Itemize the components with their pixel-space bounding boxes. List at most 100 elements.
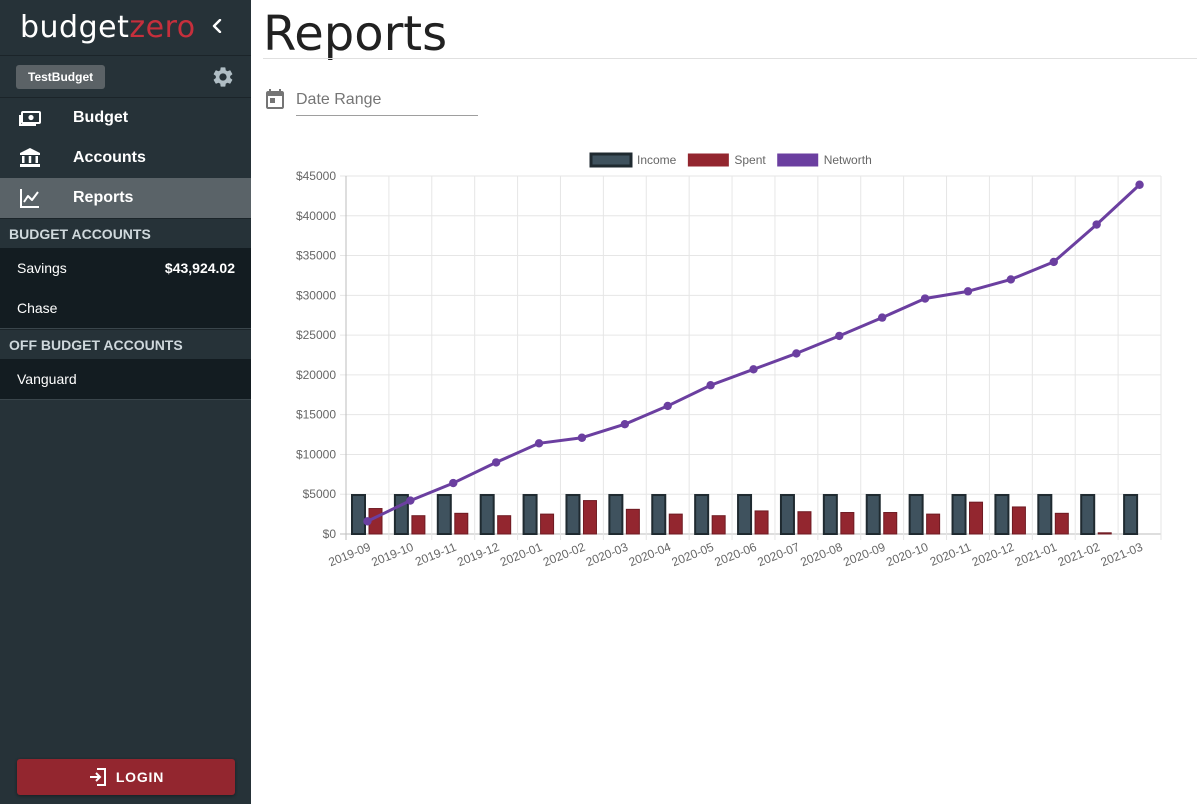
income-bar [608, 494, 624, 536]
legend-label: Spent [734, 153, 766, 167]
networth-point [620, 420, 630, 429]
networth-line [366, 183, 1141, 523]
spent-bar [926, 513, 941, 535]
nav-item-label: Accounts [73, 149, 146, 166]
networth-point [363, 517, 372, 526]
main-content: Reports $0 $5000 $10000 $15000 $20000 $25000 $… [251, 0, 1201, 804]
brand-text-zero: zero [129, 9, 196, 45]
date-range-input[interactable] [296, 84, 478, 116]
gear-icon [213, 67, 233, 87]
x-tick-label: 2020-04 [627, 540, 673, 570]
money-icon [18, 106, 42, 130]
account-item[interactable]: Savings $43,924.02 [0, 248, 251, 288]
legend-swatch [589, 152, 633, 168]
chart-svg: $0 $5000 $10000 $15000 $20000 $25000 $30000 $35… [296, 152, 1162, 570]
budget-selector-chip[interactable]: TestBudget [16, 64, 106, 89]
legend-swatch [777, 153, 819, 167]
spent-bar [582, 500, 597, 535]
x-tick-label: 2021-02 [1056, 540, 1102, 570]
x-tick-label: 2021-01 [1013, 540, 1059, 570]
y-tick-label: $10000 [296, 447, 336, 461]
income-bar [393, 494, 409, 536]
legend-label: Networth [824, 153, 872, 167]
brand-text-budget: budget [20, 9, 130, 45]
bank-icon [18, 146, 42, 170]
y-tick-label: $15000 [296, 408, 336, 422]
x-tick-label: 2020-09 [841, 540, 887, 570]
login-button[interactable]: LOGIN [17, 759, 235, 795]
spent-bar [454, 512, 469, 535]
income-bar [694, 494, 710, 536]
section-header-off-budget-accounts: OFF BUDGET ACCOUNTS [0, 329, 251, 359]
nav-item-label: Reports [73, 189, 134, 206]
chart-legend: Income Spent Networth [589, 152, 872, 168]
networth-point [406, 496, 415, 505]
networth-point [792, 349, 801, 358]
spent-bar [1054, 512, 1069, 535]
y-tick-label: $20000 [296, 368, 336, 382]
income-bar [822, 494, 838, 536]
settings-button[interactable] [211, 65, 235, 89]
title-divider [263, 58, 1197, 59]
networth-point [920, 294, 930, 303]
y-tick-label: $5000 [303, 487, 337, 501]
page-title: Reports [263, 6, 448, 62]
account-name: Chase [17, 300, 58, 316]
income-bar [522, 494, 538, 536]
spent-bar [1011, 506, 1026, 535]
y-tick-label: $40000 [296, 209, 336, 223]
networth-point [835, 331, 844, 341]
account-balance: $43,924.02 [164, 260, 235, 276]
x-tick-label: 2019-10 [369, 540, 415, 570]
nav-item-reports[interactable]: Reports [0, 178, 251, 218]
x-tick-label: 2020-02 [541, 540, 587, 570]
chart-line-icon [18, 186, 42, 210]
x-tick-label: 2020-12 [970, 540, 1016, 570]
income-bar [1123, 494, 1139, 536]
account-item[interactable]: Vanguard [0, 359, 251, 399]
networth-point [749, 365, 758, 374]
nav-item-label: Budget [73, 109, 129, 126]
networth-point [877, 313, 887, 322]
legend-label: Income [637, 153, 677, 167]
x-tick-label: 2019-09 [326, 540, 372, 570]
networth-point [1092, 220, 1101, 229]
y-tick-label: $25000 [296, 328, 336, 342]
x-tick-label: 2020-03 [584, 540, 630, 570]
networth-point [1135, 180, 1144, 189]
networth-point [534, 439, 544, 448]
income-bar [737, 494, 753, 536]
section-header-budget-accounts: BUDGET ACCOUNTS [0, 218, 251, 248]
x-tick-label: 2020-11 [928, 540, 974, 569]
x-tick-label: 2020-01 [498, 540, 544, 570]
spent-bar [883, 512, 898, 535]
budget-accounts-list: Savings $43,924.02 Chase [0, 248, 251, 329]
spent-bar [969, 501, 984, 535]
x-tick-label: 2019-11 [413, 540, 459, 569]
networth-point [1049, 257, 1058, 267]
y-tick-label: $0 [323, 527, 337, 541]
spent-bar [540, 513, 555, 535]
login-label: LOGIN [115, 769, 165, 785]
income-bar [479, 494, 495, 536]
spent-bar [497, 515, 512, 535]
date-range-field[interactable] [263, 84, 479, 116]
nav-item-budget[interactable]: Budget [0, 98, 251, 138]
income-bar [351, 494, 366, 536]
spent-bar [797, 511, 812, 535]
x-tick-label: 2020-10 [884, 540, 930, 570]
collapse-sidebar-button[interactable] [206, 14, 228, 38]
income-bar [779, 494, 795, 536]
x-tick-label: 2021-03 [1099, 540, 1145, 570]
login-icon [89, 768, 106, 786]
income-bar [908, 494, 924, 536]
networth-point [706, 381, 715, 390]
networth-point [963, 287, 973, 296]
sidebar: budgetzero TestBudget Budget Accounts Re… [0, 0, 251, 804]
nav-item-accounts[interactable]: Accounts [0, 138, 251, 178]
account-item[interactable]: Chase [0, 288, 251, 328]
income-bar [565, 494, 581, 536]
spent-bar [754, 510, 769, 535]
x-tick-label: 2020-06 [713, 540, 759, 570]
y-tick-label: $45000 [296, 169, 336, 183]
